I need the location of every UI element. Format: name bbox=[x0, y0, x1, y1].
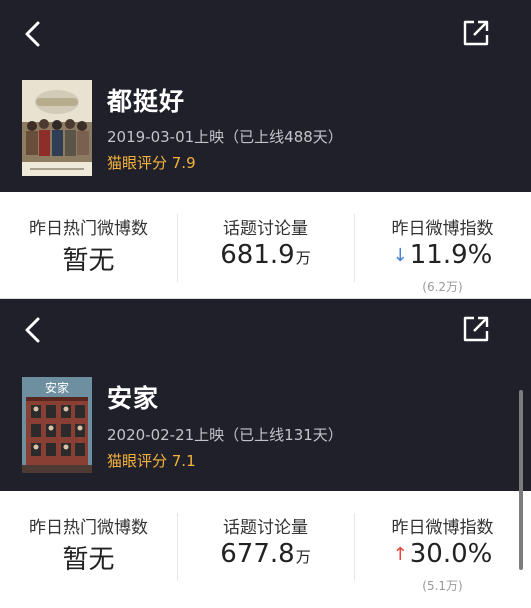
stat-value: 677.8万 bbox=[177, 539, 354, 569]
chevron-left-icon bbox=[25, 21, 40, 47]
share-external-icon bbox=[463, 316, 489, 342]
stats-row: 昨日热门微博数 暂无 话题讨论量 677.8万 昨日微博指数 ↑30.0% (5… bbox=[0, 491, 531, 608]
stat-hot-weibo: 昨日热门微博数 暂无 bbox=[0, 491, 177, 608]
stat-value: 暂无 bbox=[62, 246, 115, 276]
stat-unit: 万 bbox=[295, 249, 311, 267]
release-info: 2019-03-01上映（已上线488天） bbox=[107, 128, 343, 146]
maoyan-rating: 猫眼评分 7.1 bbox=[107, 452, 196, 470]
poster-image: 安家 bbox=[22, 377, 92, 473]
share-button[interactable] bbox=[461, 18, 491, 48]
stats-row: 昨日热门微博数 暂无 话题讨论量 681.9万 昨日微博指数 ↓11.9% (6… bbox=[0, 192, 531, 298]
stat-number: 681.9 bbox=[220, 240, 295, 270]
stat-label: 昨日热门微博数 bbox=[29, 518, 148, 538]
drama-title: 都挺好 bbox=[107, 87, 186, 116]
poster-title-text: 安家 bbox=[45, 380, 69, 395]
stat-subvalue: (5.1万) bbox=[422, 579, 463, 593]
stat-weibo-index: 昨日微博指数 ↑30.0% (5.1万) bbox=[354, 491, 531, 608]
stat-value: 暂无 bbox=[62, 545, 115, 575]
stat-weibo-index: 昨日微博指数 ↓11.9% (6.2万) bbox=[354, 192, 531, 298]
drama-title: 安家 bbox=[107, 384, 160, 413]
stat-topic-discussion: 话题讨论量 677.8万 bbox=[177, 491, 354, 608]
drama-header: 安家 安家 2020-02-21上映（已上线131天） 猫眼评分 7.1 bbox=[0, 299, 531, 491]
maoyan-rating: 猫眼评分 7.9 bbox=[107, 154, 196, 172]
drama-poster[interactable] bbox=[22, 80, 92, 176]
stat-label: 昨日热门微博数 bbox=[29, 219, 148, 239]
share-external-icon bbox=[463, 20, 489, 46]
back-button[interactable] bbox=[18, 314, 50, 346]
drama-card-1: 都挺好 2019-03-01上映（已上线488天） 猫眼评分 7.9 昨日热门微… bbox=[0, 0, 531, 298]
stat-value: 681.9万 bbox=[177, 240, 354, 270]
stat-subvalue: (6.2万) bbox=[422, 280, 463, 294]
scrollbar[interactable] bbox=[519, 390, 523, 570]
poster-image bbox=[22, 80, 92, 176]
arrow-up-icon: ↑ bbox=[392, 544, 408, 565]
stat-hot-weibo: 昨日热门微博数 暂无 bbox=[0, 192, 177, 298]
back-button[interactable] bbox=[18, 18, 50, 50]
stat-label: 昨日微博指数 bbox=[391, 518, 494, 538]
stat-topic-discussion: 话题讨论量 681.9万 bbox=[177, 192, 354, 298]
arrow-down-icon: ↓ bbox=[392, 245, 408, 266]
share-button[interactable] bbox=[461, 314, 491, 344]
stat-label: 话题讨论量 bbox=[223, 518, 308, 538]
drama-poster[interactable]: 安家 bbox=[22, 377, 92, 473]
drama-header: 都挺好 2019-03-01上映（已上线488天） 猫眼评分 7.9 bbox=[0, 0, 531, 192]
stat-label: 昨日微博指数 bbox=[391, 219, 494, 239]
stat-value: ↓11.9% bbox=[354, 240, 531, 270]
stat-number: 11.9% bbox=[409, 240, 493, 270]
release-info: 2020-02-21上映（已上线131天） bbox=[107, 426, 343, 444]
stat-number: 30.0% bbox=[409, 539, 493, 569]
stat-value: ↑30.0% bbox=[354, 539, 531, 569]
drama-card-2: 安家 安家 2020-02-21上映（已上线131天） 猫眼评分 7.1 昨日热… bbox=[0, 299, 531, 608]
chevron-left-icon bbox=[25, 317, 40, 343]
stat-unit: 万 bbox=[295, 548, 311, 566]
stat-number: 677.8 bbox=[220, 539, 295, 569]
stat-label: 话题讨论量 bbox=[223, 219, 308, 239]
